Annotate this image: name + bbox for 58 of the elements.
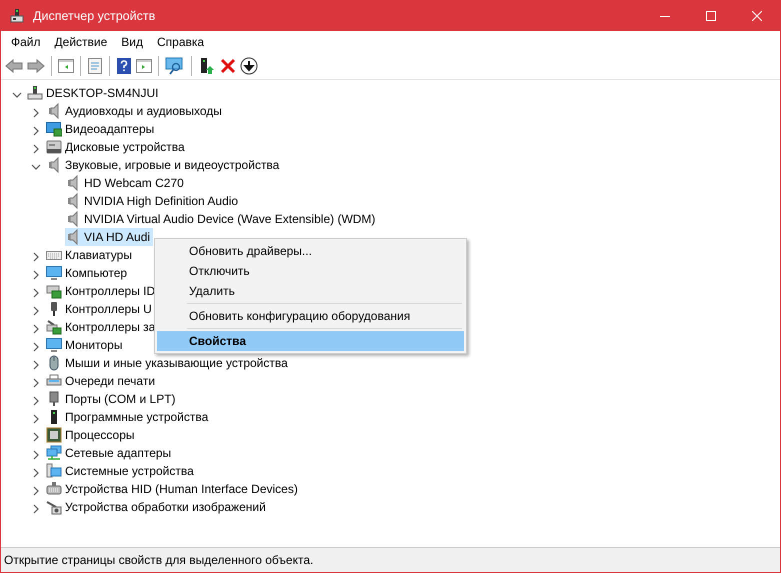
tree-item[interactable]: Процессоры (46, 426, 138, 444)
tree-item[interactable]: Программные устройства (46, 408, 212, 426)
close-icon (752, 11, 762, 21)
properties-page-icon[interactable] (87, 58, 103, 74)
driver-update-icon[interactable] (198, 56, 216, 74)
tree-item[interactable]: Компьютер (46, 264, 130, 282)
maximize-icon (706, 11, 716, 21)
menu-item[interactable]: Действие (48, 32, 114, 50)
tree-item[interactable]: Устройства обработки изображений (46, 498, 269, 516)
monitor-icon (46, 265, 62, 281)
device-manager-icon (9, 8, 25, 24)
context-menu-item[interactable]: Обновить драйверы... (157, 241, 464, 261)
help-icon[interactable] (116, 58, 132, 74)
tree-item[interactable]: NVIDIA High Definition Audio (65, 192, 242, 210)
camera-icon (46, 499, 62, 515)
tree-item[interactable]: Очереди печати (46, 372, 158, 390)
processor-icon (46, 427, 62, 443)
display-adapter-icon (46, 121, 62, 137)
monitor-icon (46, 337, 62, 353)
tree-item[interactable]: NVIDIA Virtual Audio Device (Wave Extensible) (WDM) (65, 210, 378, 228)
tree-item[interactable]: Контроллеры U (46, 300, 155, 318)
remove-icon[interactable] (220, 58, 236, 74)
tree-item[interactable]: Сетевые адаптеры (46, 444, 174, 462)
context-menu-item[interactable]: Обновить конфигурацию оборудования (157, 306, 464, 326)
tree-item[interactable]: Порты (COM и LPT) (46, 390, 179, 408)
menu-item[interactable]: Файл (4, 32, 48, 50)
tree-item[interactable]: Мыши и иные указывающие устройства (46, 354, 291, 372)
tree-item[interactable]: DESKTOP-SM4NJUI (27, 84, 162, 102)
tree-item[interactable]: Устройства HID (Human Interface Devices) (46, 480, 301, 498)
computer-icon (27, 85, 43, 101)
menu-item[interactable]: Справка (150, 32, 212, 50)
hid-device-icon (46, 481, 62, 497)
menu-item[interactable]: Вид (114, 32, 150, 50)
forward-arrow-icon[interactable] (27, 58, 45, 74)
tree-item[interactable]: VIA HD Audi (65, 228, 154, 246)
scan-monitor-icon[interactable] (165, 56, 185, 74)
network-adapter-icon (46, 445, 62, 461)
tree-item[interactable]: Видеоадаптеры (46, 120, 158, 138)
system-device-icon (46, 463, 62, 479)
storage-controller-icon (46, 319, 62, 335)
tree-item[interactable]: Мониторы (46, 336, 126, 354)
window-title: Диспетчер устройств (33, 8, 156, 25)
tree-item[interactable]: Контроллеры ID (46, 282, 158, 300)
action-pane-icon[interactable] (136, 58, 152, 74)
status-text: Открытие страницы свойств для выделенного объекта. (4, 552, 314, 569)
controller-icon (46, 283, 62, 299)
tree-item[interactable]: Системные устройства (46, 462, 197, 480)
tree-item[interactable]: Клавиатуры (46, 246, 135, 264)
context-menu-item[interactable]: Удалить (157, 281, 464, 301)
context-menu-item[interactable]: Свойства (157, 331, 464, 351)
context-menu-item[interactable]: Отключить (157, 261, 464, 281)
tree-item[interactable]: Дисковые устройства (46, 138, 188, 156)
disk-drive-icon (46, 139, 62, 155)
tree-item[interactable]: Звуковые, игровые и видеоустройства (46, 156, 282, 174)
tree-item[interactable]: HD Webcam C270 (65, 174, 187, 192)
console-tree-icon[interactable] (58, 58, 74, 74)
tree-item[interactable]: Аудиовходы и аудиовыходы (46, 102, 225, 120)
back-arrow-icon[interactable] (5, 58, 23, 74)
